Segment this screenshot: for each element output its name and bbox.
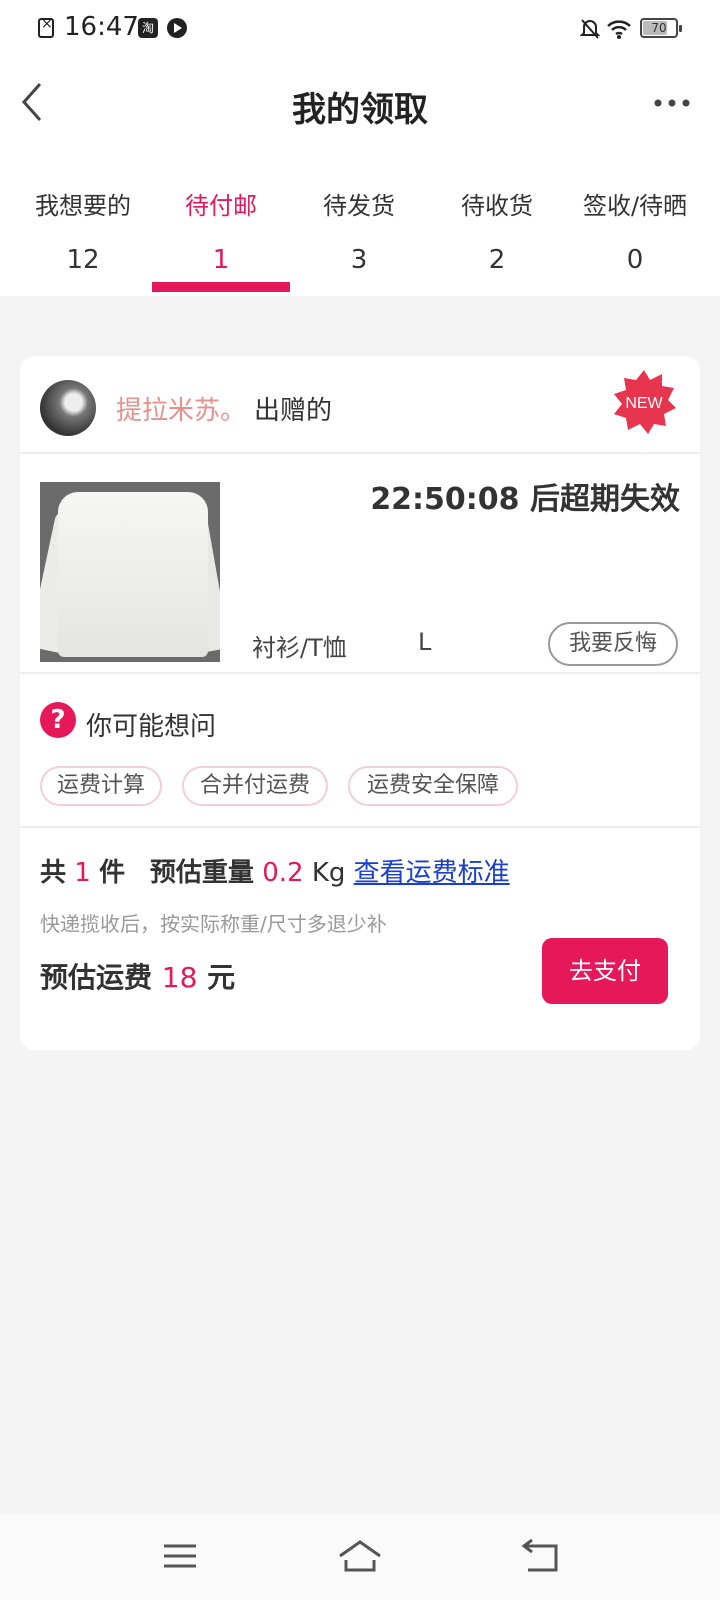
battery-percent: 70 <box>651 21 667 35</box>
giver-name[interactable]: 提拉米苏。 <box>116 390 246 427</box>
tab-label: 待付邮 <box>185 192 257 220</box>
tab-pending-receipt[interactable]: 待收货 2 <box>428 186 566 275</box>
sim-card-icon <box>38 16 54 38</box>
new-badge-icon: NEW <box>614 370 676 434</box>
divider <box>20 452 700 454</box>
weight-label: 预估重量 <box>149 858 254 888</box>
shipping-standard-link[interactable]: 查看运费标准 <box>354 858 510 888</box>
tab-count: 0 <box>626 245 644 275</box>
tab-label: 待发货 <box>323 192 395 220</box>
weight-unit: Kg <box>311 858 346 888</box>
weight-value: 0.2 <box>262 858 304 888</box>
question-icon: ? <box>40 702 76 738</box>
status-time: 16:47 <box>64 12 139 42</box>
item-count: 1 <box>74 858 91 888</box>
bell-muted-icon <box>580 19 600 39</box>
countdown: 22:50:08 后超期失效 <box>370 482 680 517</box>
tab-count: 2 <box>488 245 506 275</box>
divider <box>20 826 700 828</box>
tab-pending-shipment[interactable]: 待发货 3 <box>290 186 428 275</box>
pay-button[interactable]: 去支付 <box>542 938 668 1004</box>
play-icon <box>167 18 187 38</box>
menu-icon[interactable] <box>156 1538 204 1578</box>
tab-wanted[interactable]: 我想要的 12 <box>14 186 152 275</box>
tab-count: 12 <box>66 245 100 275</box>
estimated-fee: 预估运费 18 元 <box>40 956 235 996</box>
more-icon[interactable] <box>652 88 692 118</box>
product-size: L <box>418 628 432 656</box>
avatar[interactable] <box>40 380 96 436</box>
battery-icon: 70 <box>640 18 682 38</box>
shirt-body <box>58 492 208 657</box>
tab-count: 3 <box>350 245 368 275</box>
faq-chip-merge-shipping[interactable]: 合并付运费 <box>182 766 328 806</box>
tab-label: 待收货 <box>461 192 533 220</box>
fee-amount: 18 <box>161 961 198 994</box>
home-icon[interactable] <box>336 1538 384 1578</box>
faq-title: 你可能想问 <box>86 712 217 742</box>
tab-label: 签收/待晒 <box>582 192 688 220</box>
product-category: 衬衫/T恤 <box>252 634 347 662</box>
tab-indicator <box>152 282 290 292</box>
system-nav-bar <box>0 1514 720 1600</box>
shipping-note: 快递揽收后，按实际称重/尺寸多退少补 <box>40 912 387 936</box>
faq-chip-shipping-safety[interactable]: 运费安全保障 <box>348 766 518 806</box>
status-bar: 16:47 淘 70 <box>0 0 720 56</box>
tab-pending-postage[interactable]: 待付邮 1 <box>152 186 290 275</box>
gift-card: 提拉米苏。 出赠的 NEW 22:50:08 后超期失效 衬衫/T恤 L 我要反… <box>20 356 700 1050</box>
order-summary: 共 1 件 预估重量 0.2 Kg 查看运费标准 <box>40 852 510 889</box>
page-title: 我的领取 <box>292 90 428 130</box>
taobao-icon: 淘 <box>138 18 158 38</box>
giver-suffix: 出赠的 <box>254 396 333 426</box>
tab-count: 1 <box>212 245 230 275</box>
faq-chip-shipping-calc[interactable]: 运费计算 <box>40 766 162 806</box>
return-icon[interactable] <box>516 1538 564 1578</box>
wifi-icon <box>607 20 631 39</box>
new-badge-text: NEW <box>625 395 663 412</box>
fee-label: 预估运费 <box>40 961 153 994</box>
tab-label: 我想要的 <box>35 192 131 220</box>
divider <box>20 672 700 674</box>
total-prefix: 共 <box>40 858 67 888</box>
product-image[interactable] <box>40 482 220 662</box>
regret-button[interactable]: 我要反悔 <box>548 622 678 666</box>
item-unit: 件 <box>99 858 126 888</box>
tab-received[interactable]: 签收/待晒 0 <box>566 186 704 275</box>
fee-unit: 元 <box>207 961 236 994</box>
